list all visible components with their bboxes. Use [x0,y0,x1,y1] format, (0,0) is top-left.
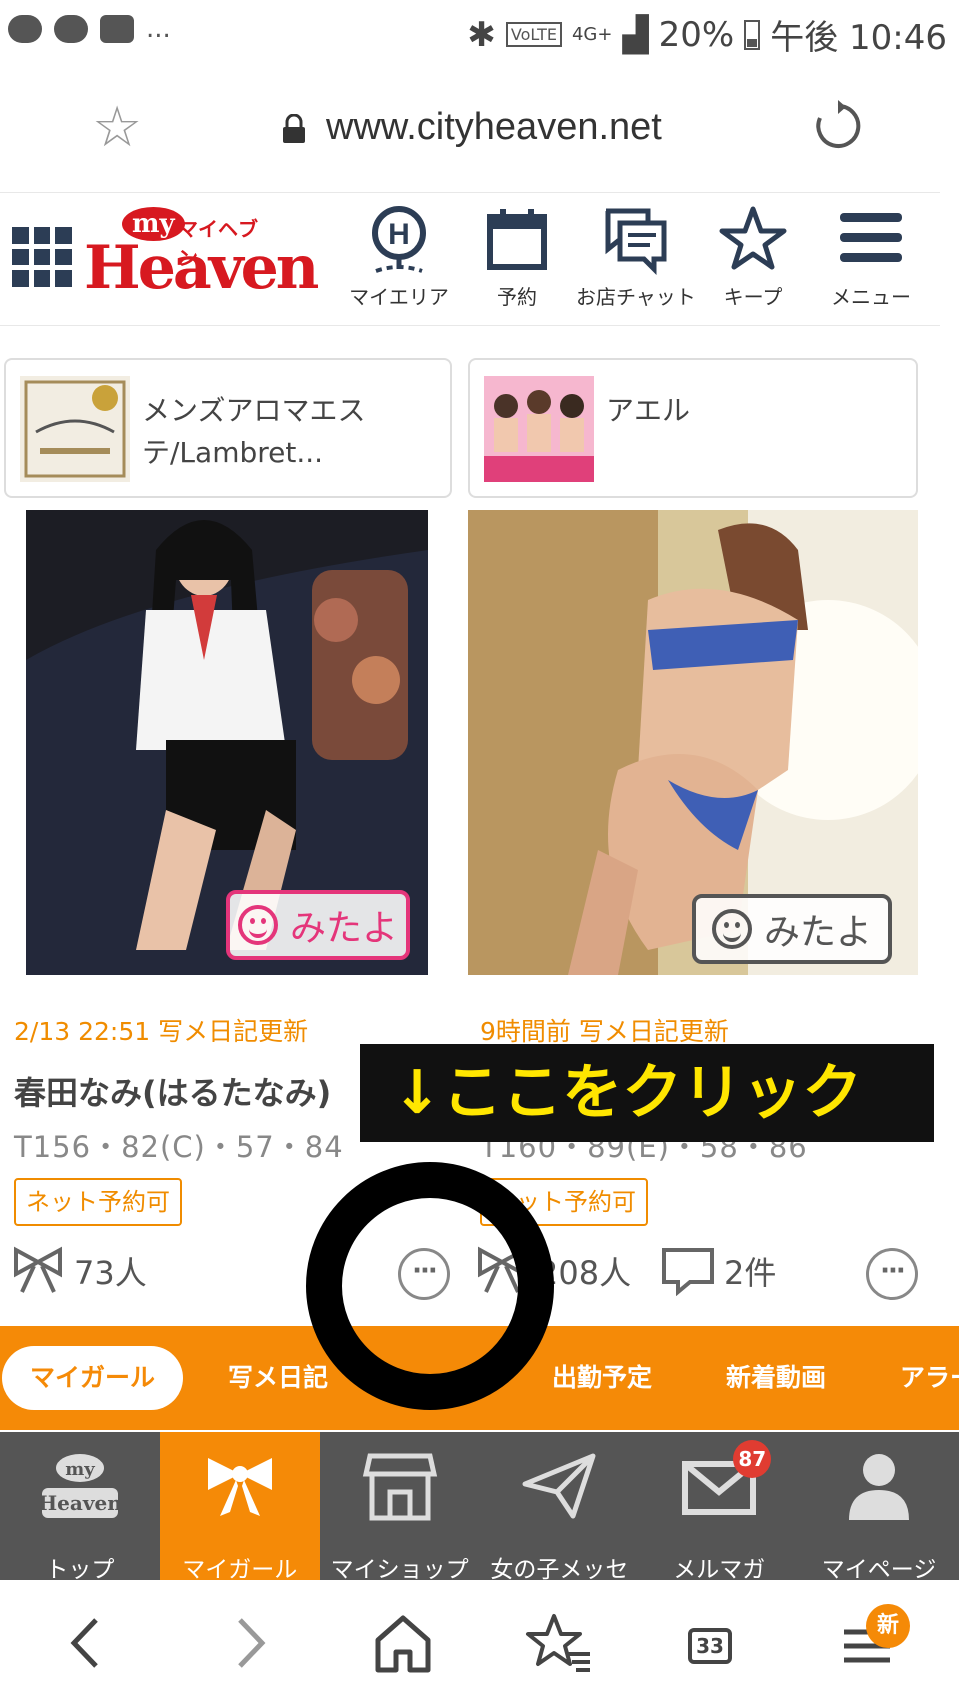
more-options-button[interactable]: ··· [866,1248,918,1300]
tab-photo-diary[interactable]: 写メ日記 [228,1346,328,1410]
shop-card-lambretta[interactable]: メンズアロマエステ/Lambret... [4,358,452,498]
hamburger-icon [840,213,902,262]
network-type: 4G+ [571,24,613,45]
forward-button[interactable] [212,1610,282,1676]
new-badge: 新 [866,1604,910,1648]
smile-icon [237,905,278,945]
person-icon [849,1454,910,1520]
bottom-nav: my Heaven トップ マイガール マイショップ 女の子メッセ 87 メルマ… [0,1432,959,1583]
girl-photo-1[interactable]: みたよ [26,510,428,975]
tabs-button[interactable]: 33 [688,1628,732,1664]
tab-new-videos[interactable]: 新着動画 [726,1346,826,1410]
app-grid-icon[interactable] [12,227,72,287]
more-notifications: ... [146,14,171,44]
shop-name: アエル [606,394,691,427]
smile-icon [711,909,752,949]
chevron-left-icon [70,1618,98,1668]
star-icon [719,206,787,270]
unread-badge: 87 [733,1440,772,1478]
bookmarks-button[interactable] [524,1610,594,1676]
shop-thumbnail [20,376,130,482]
ribbon-icon [207,1458,272,1516]
browser-url-bar: ☆ www.cityheaven.net [0,72,959,190]
my-heaven-logo[interactable]: my マイヘブン Heaven [84,207,319,307]
bottom-nav-my-page[interactable]: マイページ [799,1432,959,1583]
chevron-right-icon [238,1618,266,1668]
browser-bottom-bar: 33 新 [0,1580,959,1706]
chat-icon [605,208,667,276]
area-pin-icon: H [372,206,426,273]
bottom-nav-top[interactable]: my Heaven トップ [0,1432,160,1583]
girl-photo-2[interactable]: みたよ [468,510,918,975]
line-manga-icon [100,15,134,43]
nav-reservation[interactable]: 予約 [458,203,576,310]
calendar-icon [487,209,547,270]
site-header: my マイヘブン Heaven H マイエリア 予約 お店チャット キープ メニ… [0,192,940,326]
bottom-nav-label: 女の子メッセ [490,1557,629,1583]
svg-text:H: H [388,218,410,251]
bottom-nav-label: マイガール [182,1557,298,1583]
clock: 午後 10:46 [770,18,947,58]
bottom-nav-messages[interactable]: 女の子メッセ [479,1432,639,1583]
nav-label: メニュー [831,285,911,309]
nav-shop-chat[interactable]: お店チャット [576,203,696,310]
tab-alert[interactable]: アラー [900,1346,959,1410]
bottom-nav-label: メルマガ [673,1557,766,1583]
bottom-nav-label: マイショップ [330,1557,469,1583]
nav-label: マイエリア [349,285,449,309]
shop-icon [362,1453,437,1521]
girl-name[interactable]: 春田なみ(はるたなみ) [14,1068,331,1114]
battery-icon [744,19,761,50]
shop-name: メンズアロマエステ/Lambret... [142,394,366,469]
volte-indicator: VoLTE [505,22,562,47]
comment-count[interactable]: 2件 [660,1246,776,1296]
fan-count[interactable]: 73人 [10,1246,147,1296]
status-bar: ... ✱ VoLTE 4G+ ▟ 20% 午後 10:46 [0,0,959,72]
nav-label: お店チャット [576,285,696,309]
bottom-nav-my-girl[interactable]: マイガール [159,1432,320,1583]
net-reservation-tag: ネット予約可 [14,1178,182,1226]
mitayo-button[interactable]: みたよ [692,894,892,964]
eyes-icon [54,15,88,43]
bottom-nav-label: トップ [45,1557,115,1583]
tab-my-girl[interactable]: マイガール [2,1346,184,1410]
signal-icon: ▟ [622,14,649,55]
ribbon-icon [14,1246,62,1293]
svg-text:my: my [65,1459,95,1480]
mitayo-button[interactable]: みたよ [226,890,410,960]
bookmark-star-list-icon [526,1614,590,1672]
reload-icon[interactable] [812,100,864,152]
shop-card-aeru[interactable]: アエル [468,358,918,498]
click-here-callout: ↓ここをクリック [360,1044,934,1142]
svg-text:Heaven: Heaven [40,1491,120,1515]
nav-keep[interactable]: キープ [694,203,812,310]
home-icon [375,1615,431,1673]
bluetooth-icon: ✱ [467,14,496,55]
bottom-nav-mail-magazine[interactable]: 87 メルマガ [639,1432,799,1583]
bottom-nav-my-shop[interactable]: マイショップ [320,1432,480,1583]
tab-schedule[interactable]: 出勤予定 [552,1346,652,1410]
lock-icon [283,114,305,143]
paper-plane-icon [522,1453,596,1519]
shop-thumbnail [484,376,594,482]
highlight-circle [306,1162,554,1410]
my-heaven-logo-icon: my Heaven [40,1454,120,1518]
nav-my-area[interactable]: H マイエリア [340,203,458,310]
back-button[interactable] [54,1610,124,1676]
cloud-icon [8,15,42,43]
url-text[interactable]: www.cityheaven.net [326,106,662,149]
battery-percent: 20% [658,14,735,55]
nav-label: キープ [723,285,783,309]
nav-label: 予約 [497,285,537,309]
bottom-nav-label: マイページ [821,1557,937,1583]
diary-update-text: 9時間前 写メ日記更新 [480,1017,729,1046]
bookmark-star-icon[interactable]: ☆ [92,100,142,156]
diary-update-text: 2/13 22:51 写メ日記更新 [14,1017,309,1046]
home-button[interactable] [368,1610,438,1676]
comment-icon [662,1248,714,1296]
nav-menu[interactable]: メニュー [812,203,930,310]
girl-spec: T156・82(C)・57・84 [14,1130,344,1164]
